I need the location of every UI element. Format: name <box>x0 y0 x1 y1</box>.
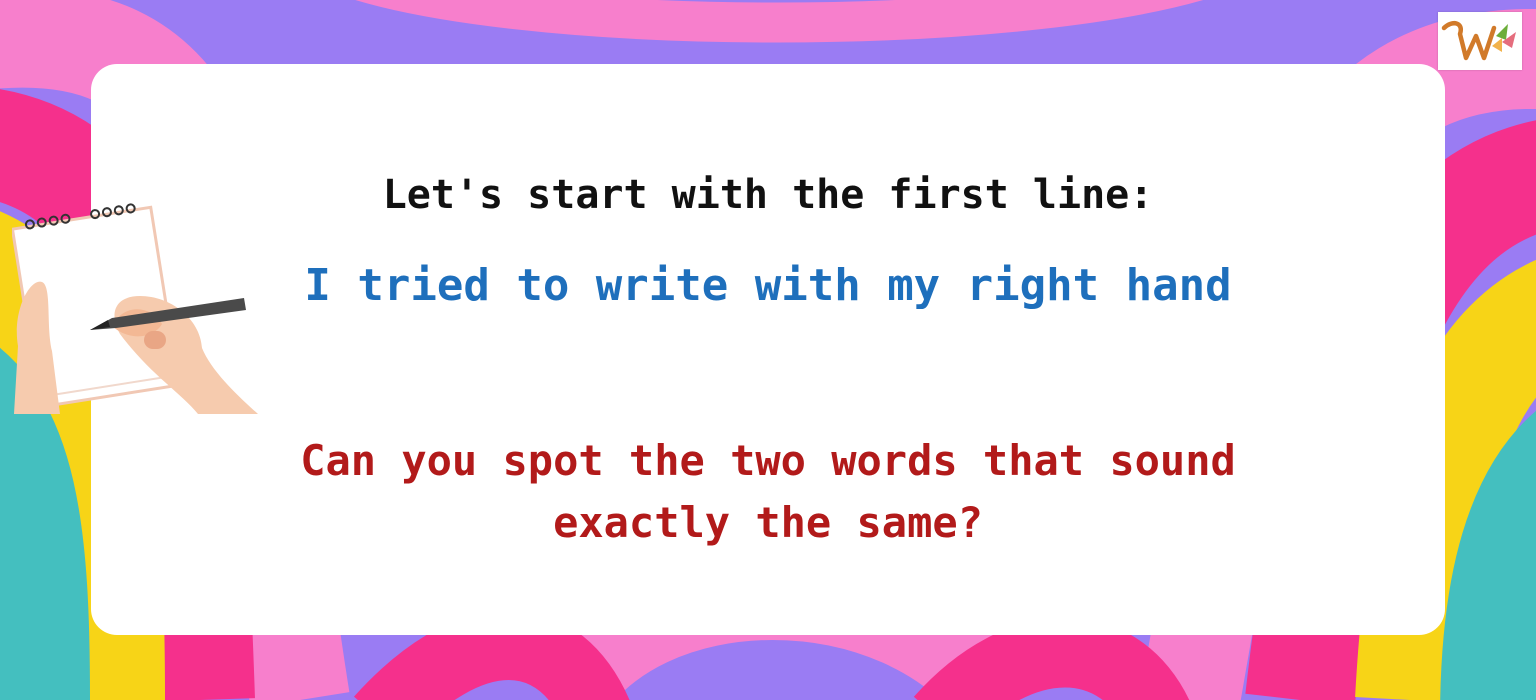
hand-writing-on-notepad-icon <box>12 203 259 414</box>
brand-logo-icon <box>1438 12 1522 70</box>
intro-text: Let's start with the first line: <box>382 172 1154 218</box>
question-text: Can you spot the two words that sound ex… <box>91 430 1445 554</box>
question-line-1: Can you spot the two words that sound <box>300 436 1236 485</box>
question-line-2: exactly the same? <box>553 498 983 547</box>
example-sentence: I tried to write with my right hand <box>304 260 1232 311</box>
content-card: Let's start with the first line: I tried… <box>91 64 1445 635</box>
